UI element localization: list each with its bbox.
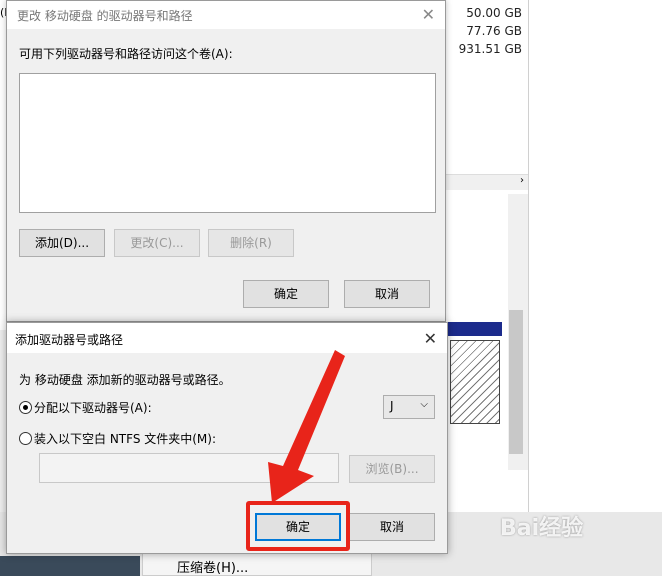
- annotation-arrow-icon: [268, 350, 345, 503]
- highlight-box: [246, 501, 350, 551]
- watermark-logo: Bai经验: [500, 516, 584, 541]
